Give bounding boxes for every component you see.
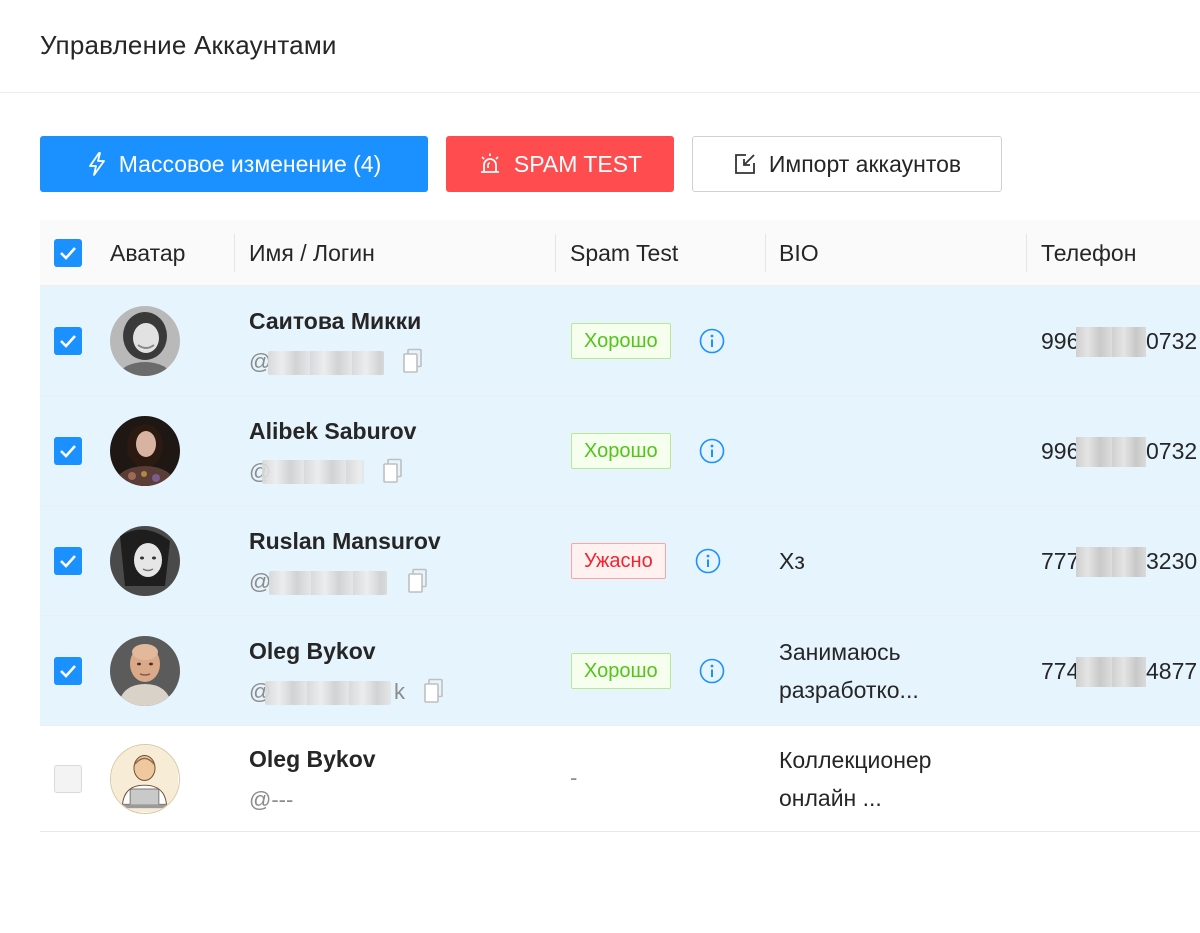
phone-redacted [1076, 547, 1146, 577]
column-header-name-login[interactable]: Имя / Логин [249, 220, 375, 286]
bio-line: разработко... [779, 677, 919, 703]
account-login: @--- [249, 787, 294, 812]
column-header-avatar[interactable]: Аватар [110, 220, 185, 286]
import-accounts-button[interactable]: Импорт аккаунтов [692, 136, 1002, 192]
avatar [110, 744, 180, 814]
login-redacted [262, 460, 364, 484]
avatar [110, 636, 180, 706]
copy-icon[interactable] [423, 678, 445, 704]
column-header-spam-test[interactable]: Spam Test [570, 220, 678, 286]
column-divider [765, 234, 766, 272]
spam-status-badge: Ужасно [571, 543, 666, 579]
row-checkbox[interactable] [54, 327, 82, 355]
account-name: Саитова Микки [249, 308, 422, 334]
phone-end: 0732 [1146, 438, 1198, 464]
spam-status-badge: Хорошо [571, 433, 671, 469]
page-title: Управление Аккаунтами [40, 30, 337, 60]
toolbar: Массовое изменение (4) SPAM TEST Импорт … [40, 136, 1002, 192]
row-checkbox[interactable] [54, 765, 82, 793]
table-row[interactable]: Ruslan Mansurov @ Ужасно Хз 777 3230 [40, 506, 1200, 616]
account-name: Oleg Bykov [249, 638, 376, 664]
check-icon [60, 555, 76, 568]
phone-start: 996 [1041, 328, 1080, 354]
column-header-phone[interactable]: Телефон [1041, 220, 1136, 286]
phone-start: 996 [1041, 438, 1080, 464]
phone-end: 0732 [1146, 328, 1198, 354]
bio-line: Хз [779, 548, 805, 574]
account-login: @ [249, 569, 272, 594]
mass-edit-label: Массовое изменение (4) [118, 150, 382, 177]
table-row[interactable]: Oleg Bykov @--- - Коллекционер онлайн ..… [40, 726, 1200, 832]
check-icon [60, 665, 76, 678]
avatar [110, 416, 180, 486]
account-name: Ruslan Mansurov [249, 528, 441, 554]
check-icon [60, 247, 76, 260]
account-bio: Хз [779, 542, 805, 580]
spam-test-button[interactable]: SPAM TEST [446, 136, 674, 192]
account-bio: Коллекционер онлайн ... [779, 741, 931, 817]
login-suffix: k [394, 679, 405, 704]
select-all-checkbox[interactable] [54, 239, 82, 267]
account-name: Alibek Saburov [249, 418, 417, 444]
info-circle-icon[interactable] [699, 658, 725, 684]
lightning-icon [88, 152, 105, 176]
spam-status-empty: - [570, 765, 578, 790]
alarm-siren-icon [480, 153, 499, 173]
bio-line: Коллекционер [779, 747, 932, 773]
spam-status-badge: Хорошо [571, 323, 671, 359]
info-circle-icon[interactable] [695, 548, 721, 574]
check-icon [60, 335, 76, 348]
mass-edit-button[interactable]: Массовое изменение (4) [40, 136, 428, 192]
login-redacted [268, 351, 384, 375]
accounts-table: Аватар Имя / Логин Spam Test BIO Телефон [40, 220, 1200, 832]
account-name: Oleg Bykov [249, 746, 376, 772]
phone-end: 4877 [1146, 658, 1198, 684]
phone-redacted [1076, 327, 1146, 357]
column-divider [1026, 234, 1027, 272]
phone-start: 777 [1041, 548, 1080, 574]
copy-icon[interactable] [407, 568, 429, 594]
avatar [110, 526, 180, 596]
table-row[interactable]: Alibek Saburov @ Хорошо 996 0732 [40, 396, 1200, 506]
login-redacted [269, 571, 387, 595]
column-header-bio[interactable]: BIO [779, 220, 819, 286]
check-icon [60, 445, 76, 458]
bio-line: онлайн ... [779, 785, 882, 811]
login-redacted [265, 681, 391, 705]
table-row[interactable]: Саитова Микки @ Хорошо 996 0732 [40, 286, 1200, 396]
copy-icon[interactable] [402, 348, 424, 374]
phone-redacted [1076, 437, 1146, 467]
spam-status-badge: Хорошо [571, 653, 671, 689]
avatar [110, 306, 180, 376]
bio-line: Занимаюсь [779, 639, 901, 665]
info-circle-icon[interactable] [699, 328, 725, 354]
copy-icon[interactable] [382, 458, 404, 484]
spam-test-label: SPAM TEST [513, 150, 643, 177]
phone-start: 774 [1041, 658, 1080, 684]
column-divider [555, 234, 556, 272]
table-header: Аватар Имя / Логин Spam Test BIO Телефон [40, 220, 1200, 286]
info-circle-icon[interactable] [699, 438, 725, 464]
table-row[interactable]: Oleg Bykov @ k Хорошо Занимаюсь разработ… [40, 616, 1200, 726]
import-arrow-icon [734, 154, 755, 174]
account-bio: Занимаюсь разработко... [779, 633, 919, 709]
phone-end: 3230 [1146, 548, 1198, 574]
column-divider [234, 234, 235, 272]
import-accounts-label: Импорт аккаунтов [768, 150, 962, 177]
phone-redacted [1076, 657, 1146, 687]
row-checkbox[interactable] [54, 657, 82, 685]
account-management-page: Управление Аккаунтами Массовое изменение… [0, 0, 1200, 933]
page-header: Управление Аккаунтами [0, 0, 1200, 93]
row-checkbox[interactable] [54, 437, 82, 465]
row-checkbox[interactable] [54, 547, 82, 575]
